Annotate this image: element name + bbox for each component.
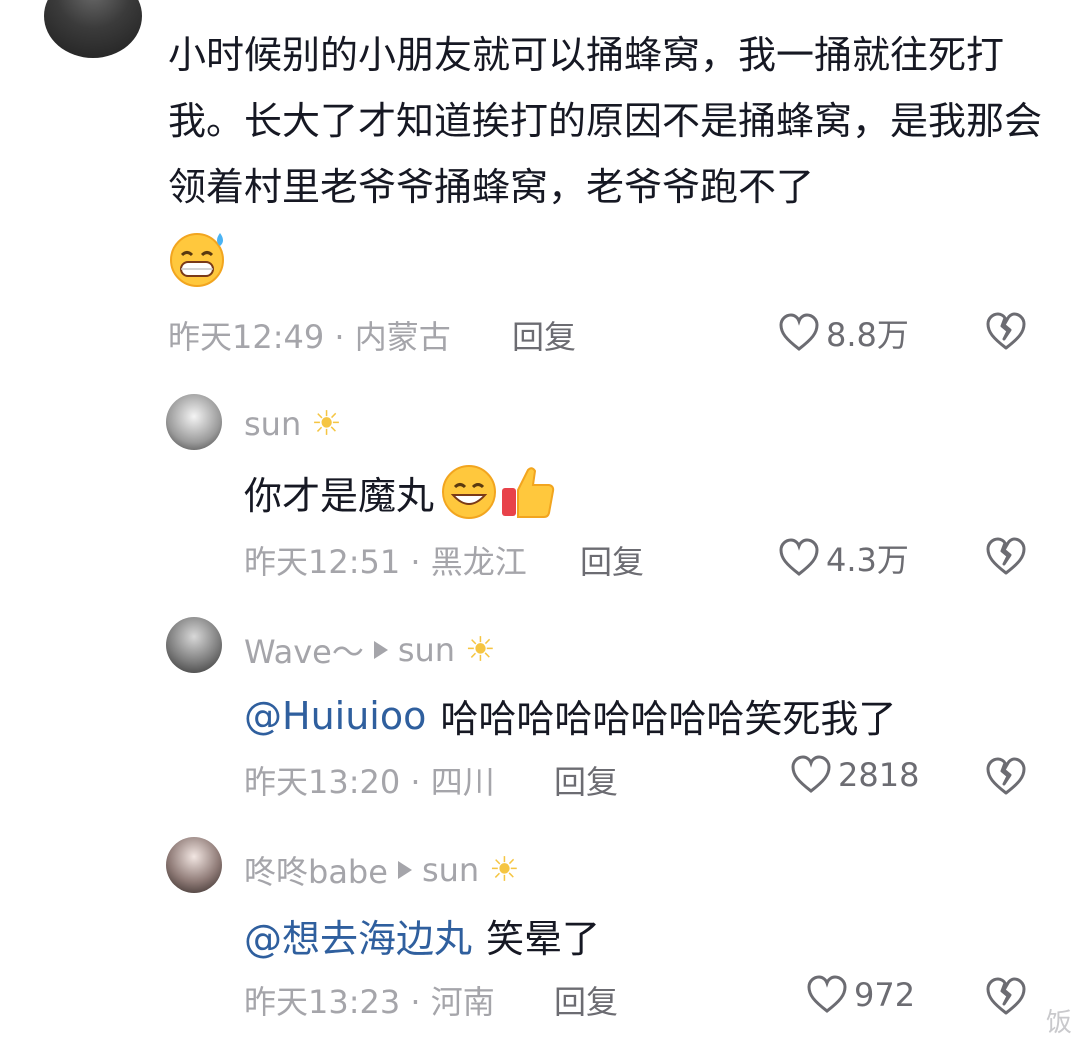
reply-username[interactable]: 咚咚babe [244, 847, 388, 893]
watermark: 饭 [1045, 1008, 1072, 1038]
heart-icon [791, 755, 831, 793]
mention-link[interactable]: @Huiuioo [244, 694, 426, 738]
reply-text: 笑晕了 [486, 917, 601, 961]
reply-arrow-icon [373, 641, 388, 659]
reply-to-username[interactable]: sun [398, 631, 455, 669]
reply-button[interactable]: 回复 [554, 977, 618, 1023]
like-button[interactable]: 972 [806, 975, 915, 1015]
reply-text-row: 你才是魔丸 [244, 462, 558, 522]
avatar[interactable] [166, 617, 222, 673]
like-button[interactable]: 8.8万 [778, 310, 909, 356]
avatar[interactable] [166, 394, 222, 450]
reply-text-row: @Huiuioo 哈哈哈哈哈哈哈哈笑死我了 [244, 688, 896, 743]
reply-meta: 昨天13:20 · 四川 [244, 763, 495, 801]
comment-meta: 昨天12:49 · 内蒙古 [168, 318, 451, 356]
comment-body: 小时候别的小朋友就可以捅蜂窝，我一捅就往死打我。长大了才知道挨打的原因不是捅蜂窝… [168, 33, 1043, 209]
sun-icon: ☀ [465, 630, 496, 670]
comment-text: 小时候别的小朋友就可以捅蜂窝，我一捅就往死打我。长大了才知道挨打的原因不是捅蜂窝… [168, 22, 1048, 289]
reply-username-row: 咚咚babe sun ☀ [244, 847, 520, 893]
comment-time: 昨天12:49 [168, 318, 325, 356]
dislike-button[interactable] [984, 312, 1028, 356]
like-count: 8.8万 [826, 316, 909, 354]
reply-button[interactable]: 回复 [512, 312, 576, 358]
reply-location: 河南 [430, 983, 495, 1021]
reply-meta: 昨天13:23 · 河南 [244, 983, 495, 1021]
reply-text: 你才是魔丸 [244, 473, 435, 518]
sun-icon: ☀ [489, 850, 520, 890]
mention-link[interactable]: @想去海边丸 [244, 908, 472, 963]
reply-location: 四川 [430, 763, 495, 801]
dislike-button[interactable] [984, 977, 1028, 1021]
broken-heart-icon [986, 537, 1026, 575]
reply-location: 黑龙江 [430, 543, 527, 581]
sweat-grin-emoji [170, 232, 224, 287]
reply-button[interactable]: 回复 [554, 757, 618, 803]
reply-time: 昨天12:51 [244, 543, 401, 581]
broken-heart-icon [986, 977, 1026, 1015]
reply-time: 昨天13:23 [244, 983, 401, 1021]
reply-meta: 昨天12:51 · 黑龙江 [244, 543, 527, 581]
reply-username-row: sun ☀ [244, 404, 342, 444]
like-count: 2818 [838, 756, 920, 794]
reply-arrow-icon [397, 861, 412, 879]
broken-heart-icon [986, 312, 1026, 350]
reply-text: 哈哈哈哈哈哈哈哈笑死我了 [440, 697, 897, 741]
heart-icon [779, 538, 819, 576]
dislike-button[interactable] [984, 537, 1028, 581]
like-count: 4.3万 [826, 541, 909, 579]
reply-username[interactable]: sun [244, 405, 301, 443]
reply-button[interactable]: 回复 [580, 537, 644, 583]
like-button[interactable]: 2818 [790, 755, 919, 795]
comment-location: 内蒙古 [354, 318, 451, 356]
avatar[interactable] [44, 0, 142, 58]
reply-username-row: Wave～ sun ☀ [244, 627, 496, 673]
reply-text-row: @想去海边丸 笑晕了 [244, 908, 600, 963]
broken-heart-icon [986, 757, 1026, 795]
grin-emoji [442, 465, 497, 519]
thumbs-up-emoji [502, 467, 555, 518]
reply-time: 昨天13:20 [244, 763, 401, 801]
reply-username[interactable]: Wave～ [244, 627, 364, 673]
dislike-button[interactable] [984, 757, 1028, 801]
like-count: 972 [854, 976, 916, 1014]
heart-icon [779, 313, 819, 351]
avatar[interactable] [166, 837, 222, 893]
reply-to-username[interactable]: sun [422, 851, 479, 889]
like-button[interactable]: 4.3万 [778, 535, 909, 581]
heart-icon [807, 975, 847, 1013]
sun-icon: ☀ [311, 404, 342, 444]
